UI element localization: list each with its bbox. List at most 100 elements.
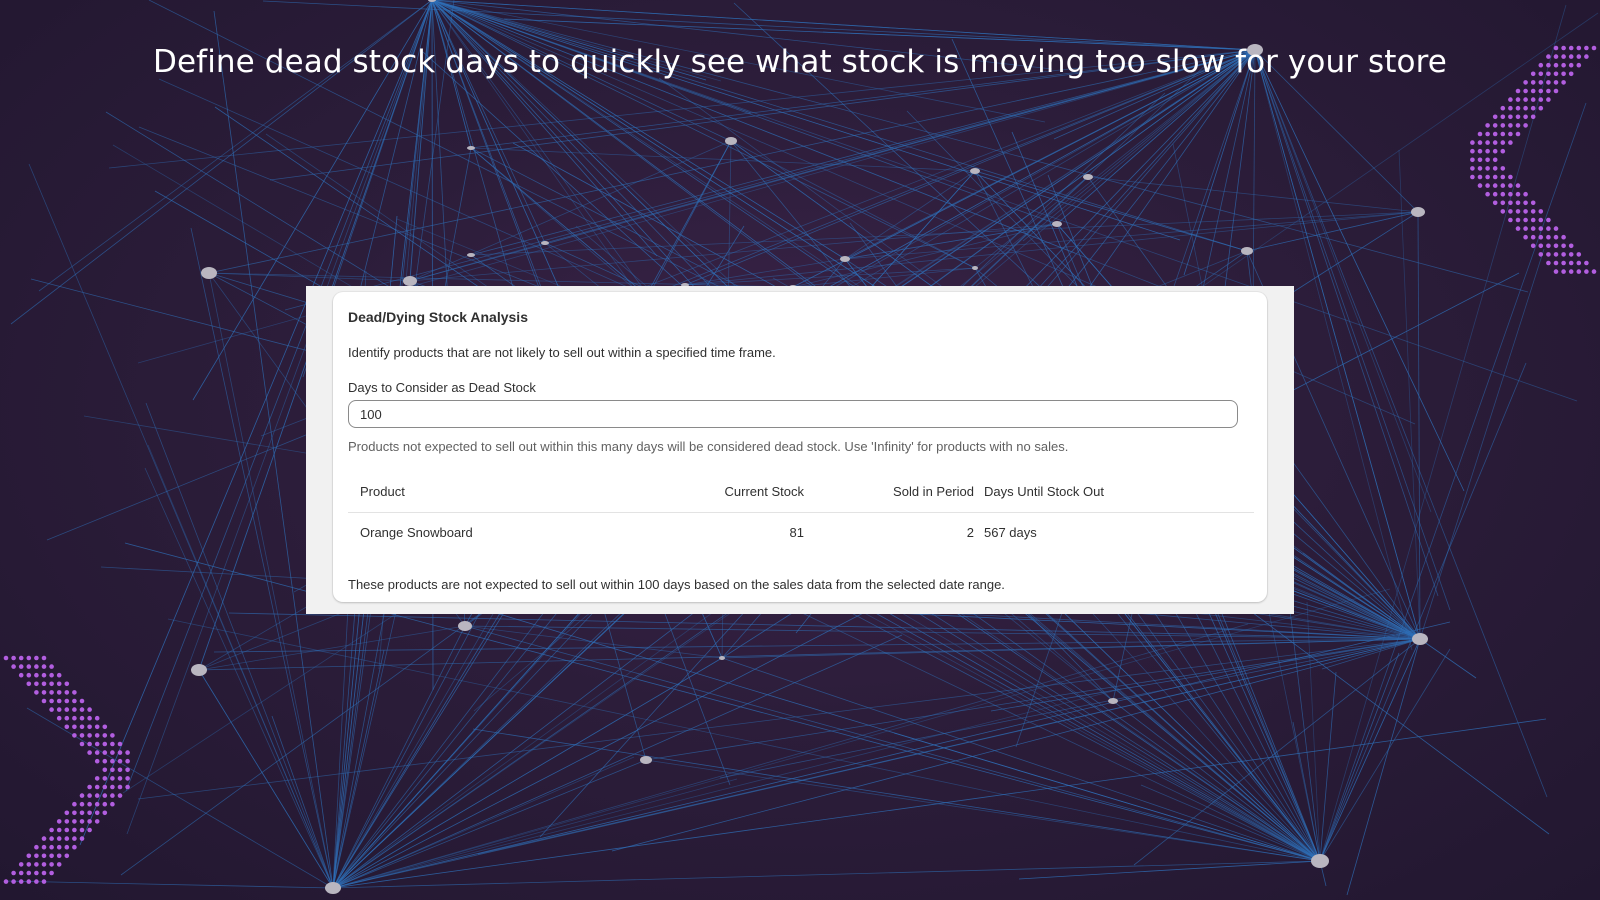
dead-stock-days-input[interactable] (348, 400, 1238, 428)
dot (79, 819, 85, 824)
dot (1500, 105, 1506, 111)
dot (72, 733, 77, 738)
dot (18, 664, 24, 669)
dot (41, 672, 47, 678)
network-node (467, 253, 475, 257)
dot (1500, 166, 1506, 171)
network-line (1319, 638, 1421, 862)
dot (1508, 174, 1513, 180)
dot (102, 750, 108, 755)
table-header-row: Product Current Stock Sold in Period Day… (348, 472, 1254, 513)
dot (64, 827, 70, 833)
dot (102, 758, 108, 764)
dot (1492, 174, 1498, 180)
dot (1515, 105, 1521, 111)
dot (56, 853, 62, 859)
network-line (1246, 211, 1419, 252)
dot (1546, 88, 1551, 94)
column-header-product: Product (360, 484, 405, 499)
dot (64, 698, 70, 704)
network-line (271, 715, 334, 889)
dot (110, 758, 115, 764)
network-line (470, 147, 976, 172)
table-row: Orange Snowboard 81 2 567 days (348, 513, 1254, 553)
dot (1546, 252, 1551, 257)
dot (94, 810, 100, 816)
dot (72, 690, 77, 695)
dot (49, 672, 54, 678)
dead-stock-table: Product Current Stock Sold in Period Day… (348, 472, 1254, 553)
dot (72, 836, 77, 841)
dot (102, 767, 108, 773)
dot (87, 750, 92, 755)
dot (94, 758, 100, 764)
dot (1538, 217, 1544, 223)
dot (1530, 105, 1536, 111)
dot (49, 707, 54, 712)
dot (18, 655, 24, 661)
dot (26, 862, 32, 867)
dot (102, 784, 108, 790)
dot (56, 698, 62, 704)
dot (1561, 260, 1566, 266)
dot (1523, 234, 1528, 240)
network-line (1319, 652, 1400, 862)
dot (1508, 97, 1513, 102)
dot (72, 801, 77, 807)
dot (94, 715, 100, 721)
dot (1546, 217, 1551, 223)
dot (1515, 114, 1521, 120)
network-node (1052, 221, 1062, 227)
dot (1523, 88, 1528, 94)
dot (1485, 157, 1490, 163)
dot (41, 690, 47, 695)
dot (56, 819, 62, 824)
network-node (640, 756, 652, 764)
network-line (409, 140, 732, 282)
dot (1530, 80, 1536, 85)
dot (41, 681, 47, 687)
dot (94, 741, 100, 747)
dot (72, 707, 77, 712)
dot (1530, 97, 1536, 102)
dot (1500, 114, 1506, 120)
dot (1584, 260, 1589, 266)
dot (1576, 252, 1582, 257)
dot (1500, 209, 1506, 214)
network-node (719, 656, 725, 660)
dot (49, 698, 54, 704)
dot (26, 681, 32, 687)
dot (64, 819, 70, 824)
dot (87, 707, 92, 712)
network-node (403, 276, 417, 286)
network-node (725, 137, 737, 145)
dot (87, 801, 92, 807)
dot (94, 801, 100, 807)
dot (3, 655, 9, 661)
column-header-sold-in-period: Sold in Period (893, 484, 974, 499)
network-line (198, 669, 334, 889)
dot (1546, 260, 1551, 266)
dot (1530, 88, 1536, 94)
network-line (1346, 638, 1421, 896)
dot (64, 844, 70, 850)
dot (34, 690, 39, 695)
dot (34, 862, 39, 867)
dot (1508, 209, 1513, 214)
network-line (332, 623, 1249, 889)
dot (94, 784, 100, 790)
dot (1477, 157, 1483, 163)
dot (79, 724, 85, 730)
dot (1485, 191, 1490, 197)
dot (1538, 80, 1544, 85)
dot (34, 870, 39, 876)
network-line (445, 597, 1321, 862)
dot (56, 862, 62, 867)
dot (1515, 97, 1521, 102)
dot (49, 827, 54, 833)
dot (34, 681, 39, 687)
dot (18, 862, 24, 867)
dot (1523, 80, 1528, 85)
dot (1546, 80, 1551, 85)
dot (1485, 174, 1490, 180)
